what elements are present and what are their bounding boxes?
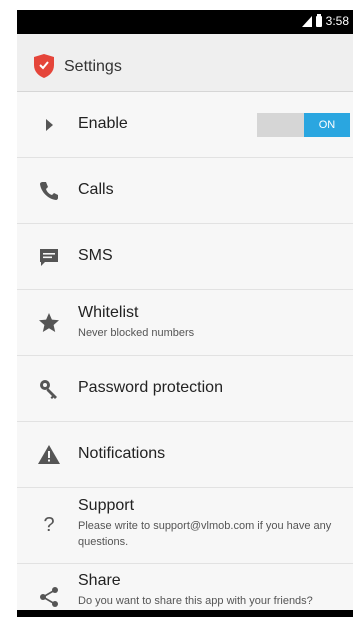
action-bar: Settings [17, 34, 353, 92]
enable-label: Enable [78, 115, 128, 132]
status-time: 3:58 [325, 14, 349, 28]
calls-row[interactable]: Calls [17, 158, 353, 224]
key-icon [40, 380, 57, 399]
phone-icon [40, 182, 58, 200]
share-row[interactable]: Share Do you want to share this app with… [17, 564, 353, 610]
enable-toggle[interactable]: ON [257, 113, 350, 137]
share-icon [40, 587, 58, 607]
toggle-on-label: ON [304, 113, 350, 137]
whitelist-label: Whitelist [78, 304, 139, 321]
password-label: Password protection [78, 379, 223, 396]
warning-icon [38, 445, 60, 464]
play-icon [46, 119, 53, 131]
battery-icon [315, 13, 322, 27]
share-subtitle: Do you want to share this app with your … [78, 595, 313, 607]
page-title: Settings [64, 58, 122, 75]
support-subtitle: Please write to support@vlmob.com if you… [78, 520, 332, 548]
settings-list: Enable ON Calls SMS Whitelist Never bloc… [17, 92, 353, 610]
share-label: Share [78, 572, 121, 589]
whitelist-subtitle: Never blocked numbers [78, 327, 195, 339]
star-icon [39, 313, 59, 332]
sms-row[interactable]: SMS [17, 224, 353, 290]
sms-label: SMS [78, 247, 113, 264]
signal-icon [301, 15, 312, 27]
phone-screen: 3:58 Settings Enable ON Calls SMS Whitel… [17, 10, 353, 610]
status-icons: 3:58 [301, 13, 349, 28]
support-label: Support [78, 497, 135, 514]
notifications-row[interactable]: Notifications [17, 422, 353, 488]
status-bar: 3:58 [17, 10, 353, 34]
message-icon [40, 249, 58, 266]
shield-icon [34, 54, 54, 78]
bottom-bar [17, 610, 353, 617]
calls-label: Calls [78, 181, 114, 198]
support-row[interactable]: ? Support Please write to support@vlmob.… [17, 488, 353, 564]
password-row[interactable]: Password protection [17, 356, 353, 422]
question-icon: ? [43, 514, 55, 536]
notifications-label: Notifications [78, 445, 166, 462]
enable-row[interactable]: Enable ON [17, 92, 353, 158]
whitelist-row[interactable]: Whitelist Never blocked numbers [17, 290, 353, 356]
